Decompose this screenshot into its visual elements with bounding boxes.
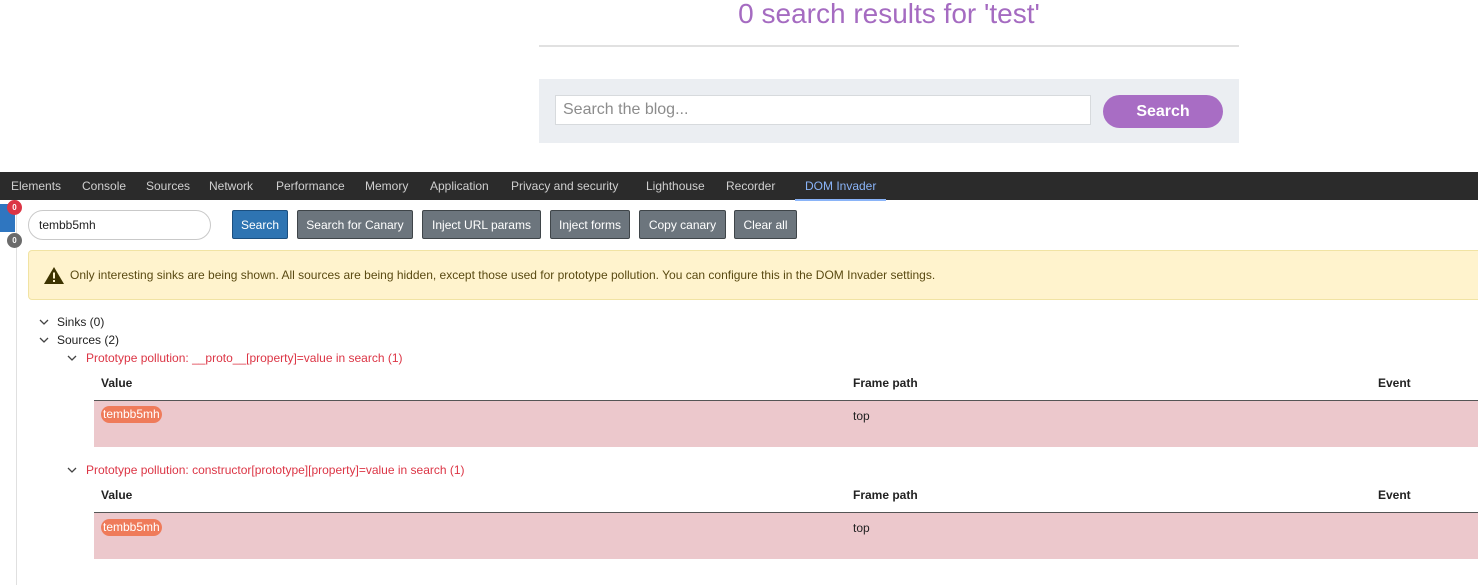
frame-path-cell: top bbox=[853, 521, 870, 535]
search-results-title: 0 search results for 'test' bbox=[738, 0, 1040, 29]
column-header-frame-path: Frame path bbox=[853, 376, 918, 390]
inject-url-params-button[interactable]: Inject URL params bbox=[422, 210, 541, 239]
canary-value-pill: tembb5mh bbox=[101, 519, 162, 536]
source-group-title[interactable]: Prototype pollution: constructor[prototy… bbox=[86, 463, 465, 477]
tab-elements[interactable]: Elements bbox=[11, 172, 61, 199]
tab-network[interactable]: Network bbox=[209, 172, 253, 199]
warning-text: Only interesting sinks are being shown. … bbox=[70, 268, 936, 282]
sources-node[interactable]: Sources (2) bbox=[57, 333, 119, 347]
title-divider bbox=[539, 45, 1239, 47]
sinks-node[interactable]: Sinks (0) bbox=[57, 315, 104, 329]
column-header-frame-path: Frame path bbox=[853, 488, 918, 502]
clear-all-button[interactable]: Clear all bbox=[734, 210, 797, 239]
tab-lighthouse[interactable]: Lighthouse bbox=[646, 172, 705, 199]
table-row[interactable] bbox=[94, 512, 1478, 559]
table-row[interactable] bbox=[94, 400, 1478, 447]
blog-search-button[interactable]: Search bbox=[1103, 95, 1223, 128]
search-button[interactable]: Search bbox=[232, 210, 288, 239]
tab-application[interactable]: Application bbox=[430, 172, 489, 199]
side-strip bbox=[0, 200, 17, 585]
blog-search-input[interactable] bbox=[555, 95, 1091, 125]
tab-console[interactable]: Console bbox=[82, 172, 126, 199]
devtools-tabbar: Elements Console Sources Network Perform… bbox=[0, 172, 1478, 201]
tab-recorder[interactable]: Recorder bbox=[726, 172, 775, 199]
column-header-event: Event bbox=[1378, 488, 1411, 502]
column-header-value: Value bbox=[101, 488, 133, 502]
settings-warning-banner: Only interesting sinks are being shown. … bbox=[28, 250, 1478, 300]
chevron-down-icon[interactable] bbox=[39, 335, 49, 345]
canary-input[interactable] bbox=[28, 210, 211, 240]
tab-memory[interactable]: Memory bbox=[365, 172, 408, 199]
column-header-event: Event bbox=[1378, 376, 1411, 390]
search-for-canary-button[interactable]: Search for Canary bbox=[297, 210, 413, 239]
tab-performance[interactable]: Performance bbox=[276, 172, 345, 199]
sinks-count-badge: 0 bbox=[7, 200, 22, 215]
frame-path-cell: top bbox=[853, 409, 870, 423]
devtools-panel: Elements Console Sources Network Perform… bbox=[0, 172, 1478, 585]
tab-dom-invader[interactable]: DOM Invader bbox=[795, 172, 887, 201]
blog-search-panel: Search bbox=[539, 79, 1239, 143]
copy-canary-button[interactable]: Copy canary bbox=[639, 210, 726, 239]
chevron-down-icon[interactable] bbox=[39, 317, 49, 327]
source-group-title[interactable]: Prototype pollution: __proto__[property]… bbox=[86, 351, 403, 365]
chevron-down-icon[interactable] bbox=[67, 465, 77, 475]
column-header-value: Value bbox=[101, 376, 133, 390]
tab-privacy-security[interactable]: Privacy and security bbox=[511, 172, 618, 199]
warning-icon bbox=[44, 267, 64, 284]
tab-sources[interactable]: Sources bbox=[146, 172, 190, 199]
sources-count-badge: 0 bbox=[7, 233, 22, 248]
blog-page: 0 search results for 'test' Search bbox=[0, 0, 1478, 172]
inject-forms-button[interactable]: Inject forms bbox=[550, 210, 630, 239]
chevron-down-icon[interactable] bbox=[67, 353, 77, 363]
canary-value-pill: tembb5mh bbox=[101, 406, 162, 423]
